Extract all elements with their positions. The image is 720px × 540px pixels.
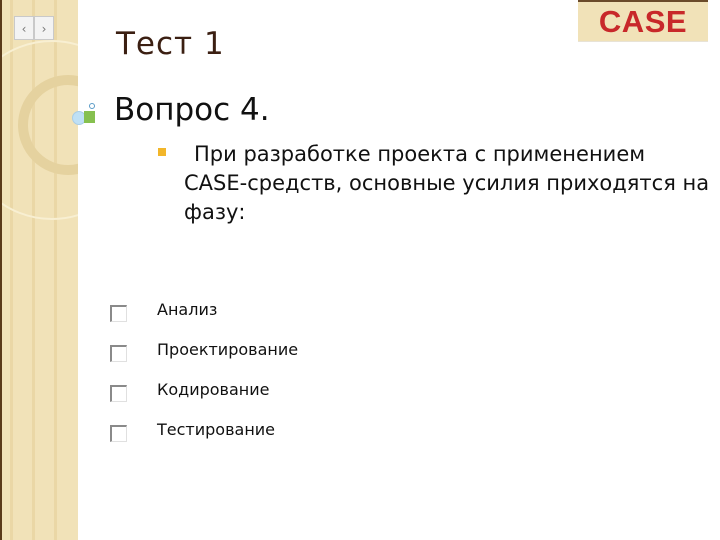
prev-slide-button[interactable]: ‹ xyxy=(14,16,34,40)
question-bullet-icon xyxy=(72,101,102,127)
slide-navigation: ‹ › xyxy=(14,16,54,40)
option-label: Тестирование xyxy=(157,419,276,439)
option-coding[interactable]: Кодирование xyxy=(110,370,298,410)
case-badge: CASE xyxy=(578,0,708,42)
option-label: Кодирование xyxy=(157,379,270,399)
case-badge-text: CASE xyxy=(598,4,688,39)
badge-top-border xyxy=(578,0,708,2)
question-prompt: При разработке проекта с применением CAS… xyxy=(184,142,710,224)
slide-title: Тест 1 xyxy=(116,26,225,62)
option-label: Анализ xyxy=(157,299,218,319)
option-label: Проектирование xyxy=(157,339,299,359)
option-analysis[interactable]: Анализ xyxy=(110,290,298,330)
decorative-sidebar xyxy=(0,0,78,540)
option-testing[interactable]: Тестирование xyxy=(110,410,298,450)
bullet-square xyxy=(84,111,95,123)
option-checkbox[interactable] xyxy=(110,424,127,442)
option-checkbox[interactable] xyxy=(110,304,127,322)
chevron-right-icon: › xyxy=(41,22,47,36)
option-design[interactable]: Проектирование xyxy=(110,330,298,370)
question-heading: Вопрос 4. xyxy=(114,92,270,128)
answer-options: Анализ Проектирование Кодирование Тестир… xyxy=(110,290,298,450)
option-checkbox[interactable] xyxy=(110,344,127,362)
bullet-dot xyxy=(89,103,95,109)
square-bullet-icon xyxy=(158,148,166,156)
chevron-left-icon: ‹ xyxy=(21,22,27,36)
option-checkbox[interactable] xyxy=(110,384,127,402)
next-slide-button[interactable]: › xyxy=(34,16,54,40)
